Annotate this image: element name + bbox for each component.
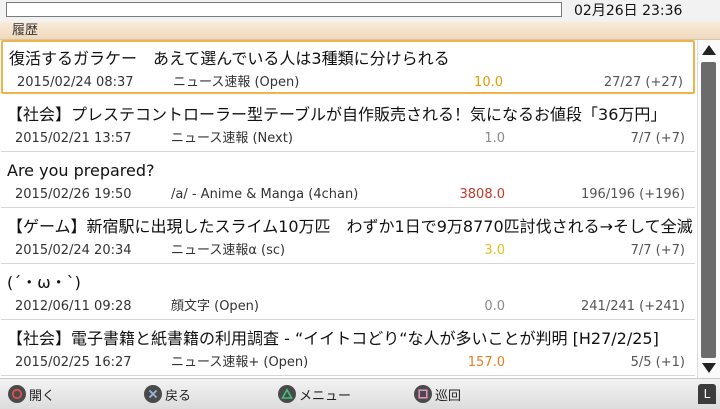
- thread-count: 5/5 (+1): [630, 355, 685, 370]
- thread-date: 2015/02/24 08:37: [17, 75, 134, 90]
- thread-score: 1.0: [484, 131, 505, 146]
- list-item[interactable]: 【ゲーム】新宿駅に出現したスライム10万匹 わずか1日で9万8770匹討伐される…: [1, 210, 695, 264]
- thread-count: 7/7 (+7): [630, 131, 685, 146]
- thread-title: 【社会】プレステコントローラー型テーブルが自作販売される！気になるお値段「36万…: [7, 105, 667, 124]
- thread-title: Are you prepared?: [7, 161, 155, 180]
- thread-board: /a/ - Anime & Manga (4chan): [171, 187, 359, 202]
- thread-board: ニュース速報α (sc): [171, 243, 286, 258]
- list-item[interactable]: Are you prepared? 2015/02/26 19:50 /a/ -…: [1, 154, 695, 208]
- thread-list: 復活するガラケー あえて選んでいる人は3種類に分けられる 2015/02/24 …: [0, 40, 696, 378]
- thread-score: 0.0: [484, 299, 505, 314]
- list-item[interactable]: 復活するガラケー あえて選んでいる人は3種類に分けられる 2015/02/24 …: [1, 40, 695, 94]
- thread-date: 2015/02/21 13:57: [15, 131, 132, 146]
- tab-history[interactable]: 履歴: [12, 22, 38, 39]
- thread-count: 241/241 (+241): [581, 299, 685, 314]
- thread-count: 27/27 (+27): [603, 75, 683, 90]
- thread-score: 3808.0: [459, 187, 506, 202]
- top-bar: 02月26日 23:36: [0, 0, 720, 22]
- tab-bar: 履歴: [0, 22, 720, 40]
- thread-title: 復活するガラケー あえて選んでいる人は3種類に分けられる: [9, 49, 450, 68]
- hint-back[interactable]: 戻る: [144, 384, 191, 404]
- scroll-thumb[interactable]: [701, 62, 716, 358]
- thread-score: 10.0: [474, 75, 503, 90]
- cross-button-icon: [144, 385, 162, 403]
- list-item[interactable]: 【社会】電子書籍と紙書籍の利用調査 - “イイトコどり“な人が多いことが判明 […: [1, 322, 695, 376]
- hint-label: 戻る: [165, 388, 192, 404]
- hint-label: 開く: [29, 388, 56, 404]
- scroll-down-arrow-icon[interactable]: [700, 360, 718, 376]
- hint-label: 巡回: [435, 388, 462, 404]
- hint-menu[interactable]: メニュー: [278, 384, 351, 404]
- hint-patrol[interactable]: 巡回: [414, 384, 461, 404]
- hint-label: メニュー: [299, 388, 352, 404]
- scrollbar[interactable]: [697, 40, 720, 378]
- button-hint-bar: 開く 戻る メニュー 巡回 L: [0, 378, 720, 409]
- url-input[interactable]: [6, 2, 562, 17]
- list-item[interactable]: 【社会】プレステコントローラー型テーブルが自作販売される！気になるお値段「36万…: [1, 98, 695, 152]
- thread-date: 2015/02/25 16:27: [15, 355, 132, 370]
- thread-score: 3.0: [484, 243, 505, 258]
- circle-button-icon: [8, 385, 26, 403]
- thread-count: 7/7 (+7): [630, 243, 685, 258]
- hint-open[interactable]: 開く: [8, 384, 55, 404]
- thread-score: 157.0: [467, 355, 505, 370]
- thread-title: 【ゲーム】新宿駅に出現したスライム10万匹 わずか1日で9万8770匹討伐される…: [7, 217, 693, 236]
- thread-board: ニュース速報 (Next): [171, 131, 293, 146]
- thread-count: 196/196 (+196): [581, 187, 685, 202]
- square-button-icon: [414, 385, 432, 403]
- list-item[interactable]: (´・ω・`) 2012/06/11 09:28 顔文字 (Open) 0.0 …: [1, 266, 695, 320]
- thread-board: ニュース速報+ (Open): [171, 355, 309, 370]
- triangle-button-icon: [278, 385, 296, 403]
- thread-title: 【社会】電子書籍と紙書籍の利用調査 - “イイトコどり“な人が多いことが判明 […: [7, 329, 659, 348]
- clock: 02月26日 23:36: [574, 3, 683, 19]
- scroll-up-arrow-icon[interactable]: [700, 42, 718, 58]
- thread-board: 顔文字 (Open): [171, 299, 259, 314]
- thread-board: ニュース速報 (Open): [173, 75, 300, 90]
- thread-date: 2015/02/26 19:50: [15, 187, 132, 202]
- l-button-key[interactable]: L: [698, 384, 716, 404]
- thread-date: 2015/02/24 20:34: [15, 243, 132, 258]
- thread-date: 2012/06/11 09:28: [15, 299, 132, 314]
- thread-title: (´・ω・`): [7, 273, 81, 292]
